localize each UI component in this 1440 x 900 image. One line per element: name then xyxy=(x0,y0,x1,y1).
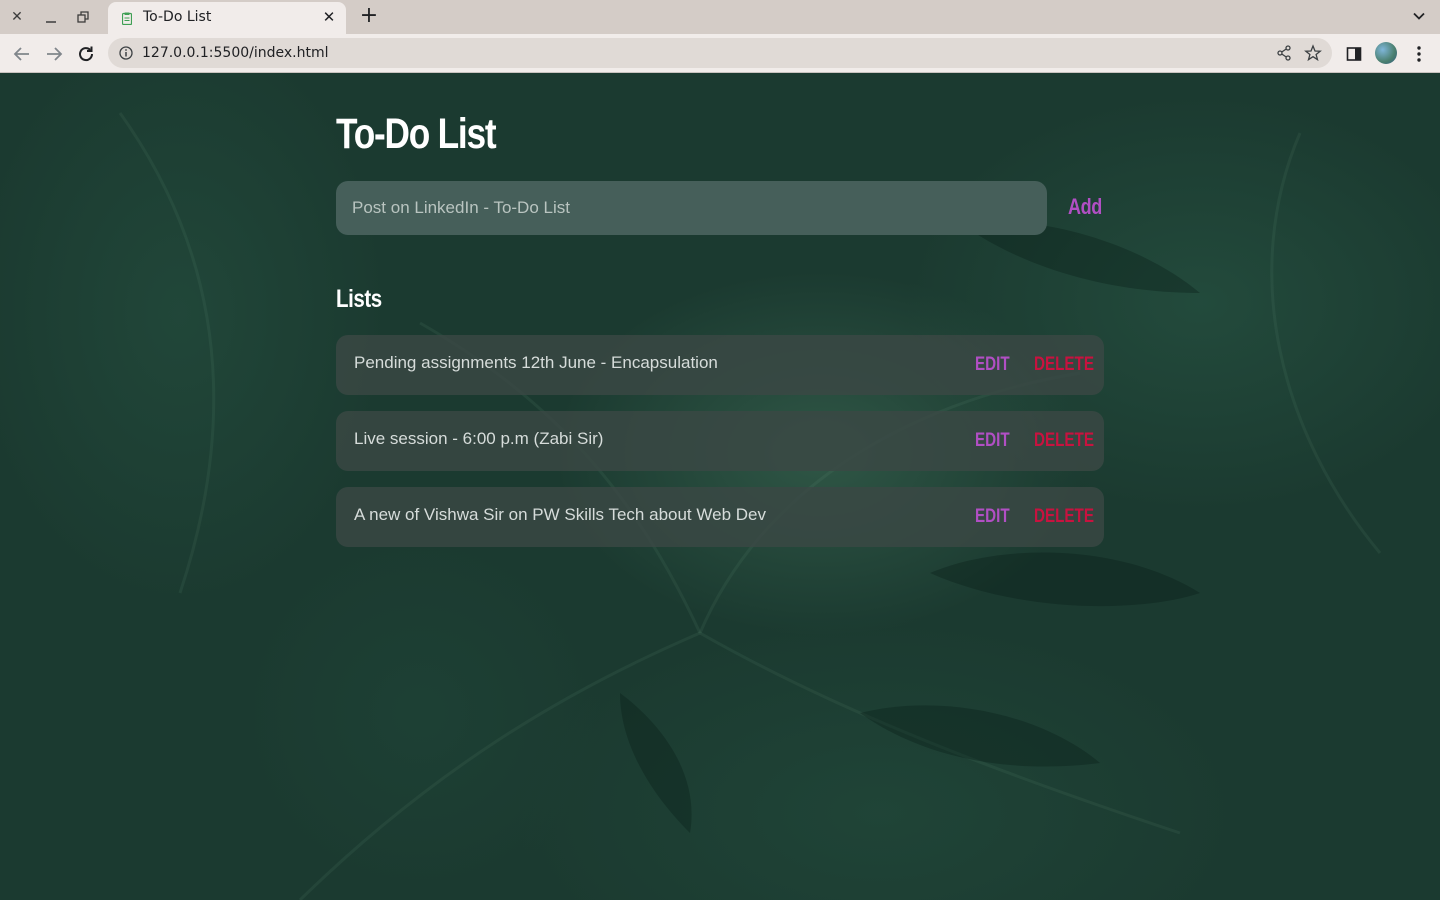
task-list: Pending assignments 12th June - Encapsul… xyxy=(336,335,1104,563)
task-item: Pending assignments 12th June - Encapsul… xyxy=(336,335,1104,395)
share-icon[interactable] xyxy=(1276,45,1292,61)
bookmark-star-icon[interactable] xyxy=(1304,44,1322,62)
task-item: Live session - 6:00 p.m (Zabi Sir) EDIT … xyxy=(336,411,1104,471)
side-panel-icon[interactable] xyxy=(1346,46,1362,62)
task-item: A new of Vishwa Sir on PW Skills Tech ab… xyxy=(336,487,1104,547)
edit-button[interactable]: EDIT xyxy=(975,430,1010,452)
minimize-window-icon[interactable] xyxy=(41,7,61,27)
edit-button[interactable]: EDIT xyxy=(975,506,1010,528)
tab-active[interactable]: To-Do List ✕ xyxy=(108,2,346,34)
more-menu-icon[interactable] xyxy=(1410,44,1428,64)
tab-search-chevron-icon[interactable] xyxy=(1412,9,1426,23)
address-bar[interactable]: 127.0.0.1:5500/index.html xyxy=(108,38,1332,68)
tab-close-icon[interactable]: ✕ xyxy=(320,8,338,26)
tab-strip: ✕ To-Do List ✕ + xyxy=(0,0,1440,34)
lists-heading: Lists xyxy=(336,285,382,313)
forward-arrow-icon[interactable] xyxy=(42,42,66,66)
add-button[interactable]: Add xyxy=(1068,194,1102,220)
task-text: Pending assignments 12th June - Encapsul… xyxy=(354,353,718,372)
reload-icon[interactable] xyxy=(74,42,98,66)
restore-window-icon[interactable] xyxy=(73,7,93,27)
profile-avatar[interactable] xyxy=(1375,42,1397,64)
task-text: Live session - 6:00 p.m (Zabi Sir) xyxy=(354,429,604,448)
delete-button[interactable]: DELETE xyxy=(1034,430,1094,452)
edit-button[interactable]: EDIT xyxy=(975,354,1010,376)
close-window-icon[interactable]: ✕ xyxy=(7,7,27,27)
url-text[interactable]: 127.0.0.1:5500/index.html xyxy=(142,45,329,61)
new-tab-icon[interactable]: + xyxy=(359,5,379,28)
tab-title: To-Do List xyxy=(143,9,212,25)
site-info-icon[interactable] xyxy=(119,46,133,60)
page-title: To-Do List xyxy=(336,110,497,158)
back-arrow-icon[interactable] xyxy=(10,42,34,66)
browser-toolbar: 127.0.0.1:5500/index.html xyxy=(0,34,1440,73)
new-task-input[interactable] xyxy=(336,181,1047,235)
clipboard-icon xyxy=(122,12,132,25)
delete-button[interactable]: DELETE xyxy=(1034,506,1094,528)
task-text: A new of Vishwa Sir on PW Skills Tech ab… xyxy=(354,505,766,524)
page-viewport: To-Do List Add Lists Pending assignments… xyxy=(0,73,1440,900)
delete-button[interactable]: DELETE xyxy=(1034,354,1094,376)
